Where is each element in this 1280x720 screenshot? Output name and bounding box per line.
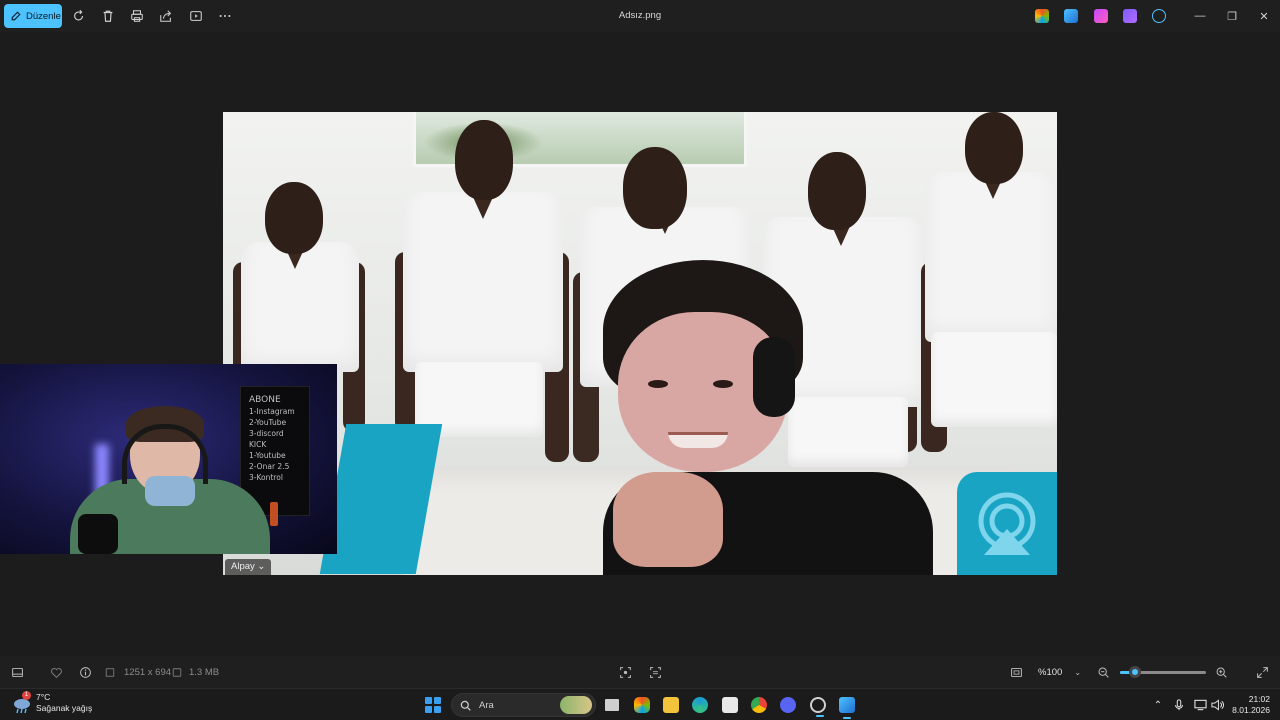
zoom-level-value: %100 <box>1038 666 1063 678</box>
whiteboard-line: 1-Instagram <box>249 407 295 416</box>
close-button[interactable]: ✕ <box>1257 9 1271 23</box>
zoom-level-select[interactable]: %100 ⌄ <box>1032 662 1086 682</box>
headphone-icon <box>753 337 795 417</box>
info-icon[interactable] <box>77 664 93 680</box>
discord-icon[interactable] <box>780 697 796 713</box>
search-highlight-icon <box>560 696 592 714</box>
microphone-icon <box>78 514 118 554</box>
favorite-icon[interactable] <box>48 664 64 680</box>
status-bar: 1251 x 694 1.3 MB %100 ⌄ <box>0 656 1280 688</box>
clock-time: 21:02 <box>1248 694 1270 704</box>
obs-icon[interactable] <box>810 697 826 717</box>
search-icon <box>460 700 471 711</box>
minimize-button[interactable]: — <box>1193 9 1207 23</box>
onedrive-icon[interactable] <box>1152 9 1166 23</box>
restore-button[interactable]: ❐ <box>1225 9 1239 23</box>
task-view-icon[interactable] <box>605 699 619 711</box>
image-dimensions: 1251 x 694 <box>124 667 172 678</box>
whiteboard-line: 1-Youtube <box>249 451 286 460</box>
window-title: Adsız.png <box>618 10 662 21</box>
chevron-down-icon: ⌄ <box>1074 667 1082 677</box>
weather-widget[interactable]: 1 7°C Sağanak yağış <box>12 691 93 714</box>
store-icon[interactable] <box>722 697 738 713</box>
filmstrip-icon[interactable] <box>9 664 25 680</box>
whiteboard-line: 2-YouTube <box>249 418 287 427</box>
clock-date: 8.01.2026 <box>1232 705 1270 715</box>
clipchamp-icon[interactable] <box>1123 9 1137 23</box>
network-icon[interactable] <box>1193 698 1207 712</box>
rain-cloud-icon: 1 <box>12 691 31 714</box>
zoom-in-icon[interactable] <box>1213 664 1229 680</box>
file-size: 1.3 MB <box>189 667 220 678</box>
streamer-name-tag: Alpay ⌄ <box>225 559 272 575</box>
windows-taskbar: 1 7°C Sağanak yağış Ara ⌃ 21:02 8.01.202… <box>0 688 1280 720</box>
text-scan-icon[interactable] <box>647 664 663 680</box>
copilot-taskbar-icon[interactable] <box>634 697 650 713</box>
whiteboard-line: 3-discord <box>249 429 284 438</box>
weather-alert-badge: 1 <box>22 691 31 700</box>
start-button[interactable] <box>425 697 441 713</box>
stream-logo-icon <box>957 472 1057 575</box>
whiteboard-line: 2-Onar 2.5 <box>249 462 290 471</box>
weather-description: Sağanak yağış <box>36 703 93 713</box>
designer-icon[interactable] <box>1094 9 1108 23</box>
copilot-icon[interactable] <box>1035 9 1049 23</box>
edge-icon[interactable] <box>692 697 708 713</box>
photos-editor-icon[interactable] <box>1064 9 1078 23</box>
chrome-icon[interactable] <box>751 697 767 713</box>
image-canvas[interactable]: Alpay ⌄ <box>223 112 1057 575</box>
weather-temperature: 7°C <box>36 692 51 702</box>
zoom-slider-thumb[interactable] <box>1128 666 1141 678</box>
webcam-overlay: ABONE 1-Instagram 2-YouTube 3-discord KI… <box>0 364 337 554</box>
fit-to-window-icon[interactable] <box>1008 664 1024 680</box>
zoom-slider[interactable] <box>1120 666 1206 678</box>
whiteboard-line: 3-Kontrol <box>249 473 283 482</box>
taskbar-search[interactable]: Ara <box>451 693 596 717</box>
microphone-tray-icon[interactable] <box>1172 698 1186 712</box>
zoom-out-icon[interactable] <box>1095 664 1111 680</box>
search-placeholder: Ara <box>479 699 494 711</box>
crop-select-icon[interactable] <box>617 664 633 680</box>
whiteboard-line: KICK <box>249 440 267 449</box>
top-toolbar: Düzenle Adsız.png — ❐ ✕ <box>0 0 1280 32</box>
photos-icon[interactable] <box>839 697 855 719</box>
volume-icon[interactable] <box>1210 698 1224 712</box>
file-size-icon <box>171 664 183 680</box>
chevron-up-icon[interactable]: ⌃ <box>1151 698 1165 712</box>
whiteboard-title: ABONE <box>249 395 281 405</box>
dimensions-icon <box>104 664 116 680</box>
fullscreen-icon[interactable] <box>1254 664 1270 680</box>
streamer-mouth <box>668 432 728 448</box>
streamer-hand <box>613 472 723 567</box>
file-explorer-icon[interactable] <box>663 697 679 713</box>
system-clock[interactable]: 21:02 8.01.2026 <box>1226 694 1270 716</box>
